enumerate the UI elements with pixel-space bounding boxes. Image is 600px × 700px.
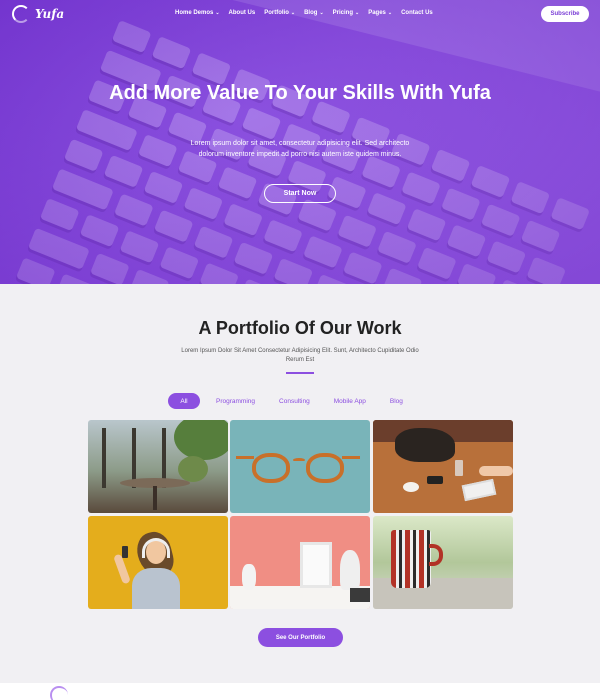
menu-label: Pages: [368, 10, 386, 16]
portfolio-image-glasses[interactable]: [230, 420, 370, 513]
hero-section: Yufa Home Demos ⌄ About Us Portfolio ⌄ Blo…: [0, 0, 600, 284]
menu-label: Contact Us: [401, 10, 433, 16]
subscribe-button[interactable]: Subscribe: [541, 6, 589, 22]
menu-item-blog[interactable]: Blog ⌄: [304, 10, 324, 16]
portfolio-image-desk[interactable]: [373, 420, 513, 513]
hero-text: Lorem ipsum dolor sit amet, consectetur …: [190, 140, 410, 158]
chevron-down-icon: ⌄: [319, 9, 324, 16]
menu-label: Pricing: [332, 10, 353, 16]
filter-consulting[interactable]: Consulting: [279, 393, 310, 409]
see-portfolio-button[interactable]: See Our Portfolio: [258, 628, 343, 647]
portfolio-image-mug[interactable]: [373, 516, 513, 609]
menu-item-about-us[interactable]: About Us: [229, 10, 256, 16]
menu-label: About Us: [228, 10, 256, 16]
chevron-down-icon: ⌄: [387, 9, 393, 16]
logo[interactable]: Yufa: [12, 5, 64, 23]
logo-text: Yufa: [35, 7, 65, 21]
menu-item-portfolio[interactable]: Portfolio ⌄: [264, 10, 295, 16]
filter-mobile-app[interactable]: Mobile App: [334, 393, 366, 409]
main-menu: Home Demos ⌄ About Us Portfolio ⌄ Blog ⌄ Pr…: [175, 10, 433, 16]
filter-programming[interactable]: Programming: [216, 393, 255, 409]
chevron-down-icon: ⌄: [215, 9, 220, 16]
chevron-down-icon: ⌄: [354, 9, 360, 16]
hero-title: Add More Value To Your Skills With Yufa: [109, 82, 491, 104]
menu-item-pages[interactable]: Pages ⌄: [368, 10, 392, 16]
portfolio-subtitle: Lorem Ipsum Dolor Sit Amet Consectetur A…: [181, 348, 419, 363]
menu-item-pricing[interactable]: Pricing ⌄: [333, 10, 360, 16]
portfolio-filters: All Programming Consulting Mobile App Bl…: [168, 393, 427, 409]
decorative-swoosh: [50, 686, 68, 700]
menu-item-home-demos[interactable]: Home Demos ⌄: [175, 10, 220, 16]
menu-label: Home Demos: [175, 10, 214, 16]
portfolio-title: A Portfolio Of Our Work: [198, 318, 402, 338]
filter-blog[interactable]: Blog: [390, 393, 403, 409]
top-nav: Yufa Home Demos ⌄ About Us Portfolio ⌄ Blo…: [0, 0, 600, 28]
portfolio-image-interior[interactable]: [230, 516, 370, 609]
filter-all[interactable]: All: [168, 393, 200, 409]
next-section: [0, 683, 600, 700]
swirl-logo-icon: [12, 5, 30, 23]
menu-label: Blog: [304, 10, 318, 16]
menu-label: Portfolio: [264, 10, 289, 16]
menu-item-contact-us[interactable]: Contact Us: [401, 10, 433, 16]
portfolio-image-cafe[interactable]: [88, 420, 228, 513]
portfolio-image-woman[interactable]: [88, 516, 228, 609]
start-now-button[interactable]: Start Now: [264, 184, 336, 203]
title-underline: [286, 372, 314, 374]
chevron-down-icon: ⌄: [290, 9, 296, 16]
